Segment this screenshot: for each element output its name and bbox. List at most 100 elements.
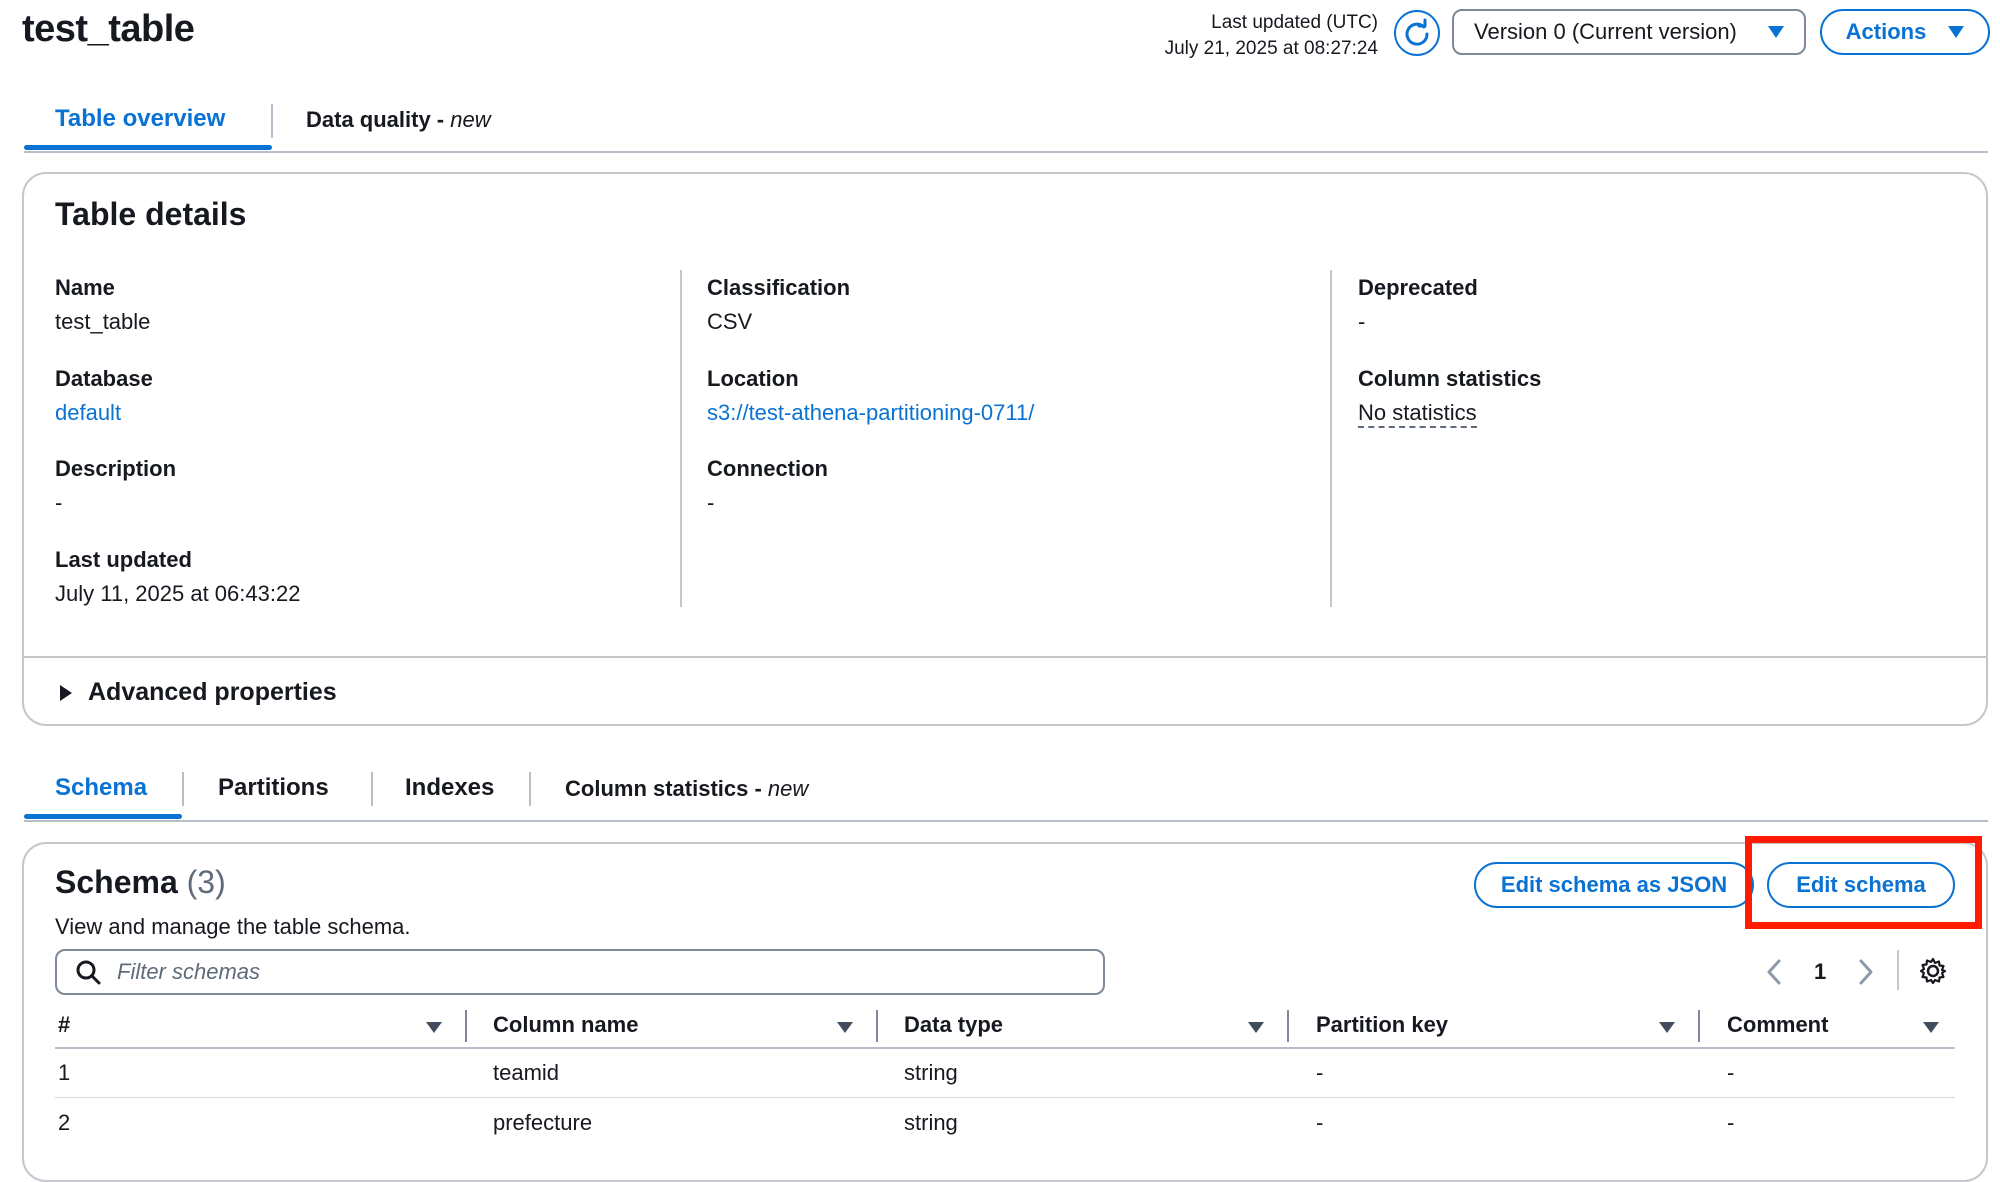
column-resizer[interactable] bbox=[876, 1010, 878, 1042]
schema-count: (3) bbox=[186, 864, 226, 900]
tab-column-statistics[interactable]: Column statistics - new bbox=[565, 776, 808, 802]
active-tab-indicator bbox=[24, 145, 272, 150]
tab-data-quality[interactable]: Data quality - new bbox=[306, 107, 491, 133]
detail-label: Connection bbox=[707, 456, 828, 481]
column-header-column-name[interactable]: Column name bbox=[493, 1012, 638, 1038]
tab-divider bbox=[271, 104, 273, 138]
advanced-properties-toggle[interactable]: Advanced properties bbox=[58, 678, 337, 707]
sort-icon[interactable] bbox=[837, 1022, 853, 1033]
detail-classification: Classification CSV bbox=[707, 275, 850, 335]
schema-title-text: Schema bbox=[55, 864, 178, 900]
version-select[interactable]: Version 0 (Current version) bbox=[1452, 9, 1806, 55]
tab-schema[interactable]: Schema bbox=[55, 774, 147, 802]
detail-label: Name bbox=[55, 275, 115, 300]
cell-partition-key: - bbox=[1316, 1110, 1324, 1135]
column-header-partition-key[interactable]: Partition key bbox=[1316, 1012, 1448, 1038]
detail-database: Database default bbox=[55, 366, 153, 426]
tab-label: Table overview bbox=[55, 105, 226, 132]
refresh-button[interactable] bbox=[1394, 10, 1440, 56]
tab-divider bbox=[371, 772, 373, 806]
column-statistics-popover[interactable]: No statistics bbox=[1358, 400, 1477, 428]
caret-right-icon bbox=[60, 684, 72, 701]
cell-number: 2 bbox=[58, 1110, 71, 1135]
column-resizer[interactable] bbox=[465, 1010, 467, 1042]
version-select-label: Version 0 (Current version) bbox=[1474, 19, 1737, 44]
table-row: 1 teamid string - - bbox=[55, 1060, 1955, 1098]
cell-comment: - bbox=[1727, 1060, 1735, 1085]
schema-title: Schema (3) bbox=[55, 864, 226, 901]
tab-label: Partitions bbox=[218, 774, 329, 801]
active-tab-indicator bbox=[24, 814, 182, 819]
cell-number: 1 bbox=[58, 1060, 71, 1085]
detail-label: Classification bbox=[707, 275, 851, 300]
chevron-right-icon bbox=[1859, 959, 1873, 985]
advanced-properties-label: Advanced properties bbox=[88, 678, 337, 706]
detail-value: test_table bbox=[55, 309, 151, 334]
tab-new-badge: new bbox=[450, 107, 491, 132]
table-header: # Column name Data type Partition key Co… bbox=[55, 1010, 1955, 1050]
chevron-down-icon bbox=[1768, 26, 1784, 38]
column-resizer[interactable] bbox=[1698, 1010, 1700, 1042]
detail-connection: Connection - bbox=[707, 456, 828, 516]
sort-icon[interactable] bbox=[1248, 1022, 1264, 1033]
pagination-divider bbox=[1897, 950, 1899, 990]
cell-column-name: prefecture bbox=[493, 1110, 593, 1135]
chevron-left-icon bbox=[1767, 959, 1781, 985]
detail-name: Name test_table bbox=[55, 275, 150, 335]
settings-button[interactable] bbox=[1918, 956, 1948, 991]
detail-last-updated: Last updated July 11, 2025 at 06:43:22 bbox=[55, 547, 300, 607]
tab-new-badge: new bbox=[767, 776, 809, 801]
search-icon bbox=[76, 960, 101, 985]
detail-value: July 11, 2025 at 06:43:22 bbox=[55, 581, 301, 606]
column-resizer[interactable] bbox=[1287, 1010, 1289, 1042]
database-link[interactable]: default bbox=[55, 400, 153, 426]
filter-field[interactable] bbox=[55, 949, 1105, 995]
last-updated-value: July 21, 2025 at 08:27:24 bbox=[1164, 38, 1378, 59]
chevron-down-icon bbox=[1948, 26, 1965, 38]
sort-icon[interactable] bbox=[426, 1022, 442, 1033]
schema-description: View and manage the table schema. bbox=[55, 914, 411, 939]
prev-page-button[interactable] bbox=[1765, 957, 1783, 992]
cell-partition-key: - bbox=[1316, 1060, 1324, 1085]
table-details-title: Table details bbox=[55, 196, 247, 232]
tabs-divider bbox=[24, 820, 1988, 822]
tab-divider bbox=[529, 772, 531, 806]
detail-description: Description - bbox=[55, 456, 176, 516]
row-divider bbox=[55, 1097, 1955, 1098]
tab-label: Column statistics - bbox=[565, 776, 768, 801]
next-page-button[interactable] bbox=[1857, 957, 1875, 992]
edit-schema-json-button[interactable]: Edit schema as JSON bbox=[1474, 862, 1754, 908]
actions-button[interactable]: Actions bbox=[1820, 9, 1990, 55]
gear-icon bbox=[1919, 957, 1947, 985]
location-link[interactable]: s3://test-athena-partitioning-0711/ bbox=[707, 400, 1034, 426]
table-header-divider bbox=[55, 1047, 1955, 1049]
detail-value: - bbox=[55, 490, 63, 515]
last-updated-block: Last updated (UTC) July 21, 2025 at 08:2… bbox=[1165, 10, 1378, 62]
detail-value: CSV bbox=[707, 309, 753, 334]
column-header-number[interactable]: # bbox=[58, 1012, 70, 1038]
tab-partitions[interactable]: Partitions bbox=[218, 774, 329, 802]
detail-deprecated: Deprecated - bbox=[1358, 275, 1478, 335]
detail-label: Last updated bbox=[55, 547, 192, 572]
detail-value: - bbox=[707, 490, 715, 515]
detail-label: Database bbox=[55, 366, 153, 391]
tab-table-overview[interactable]: Table overview bbox=[55, 105, 225, 133]
actions-button-label: Actions bbox=[1845, 19, 1927, 44]
detail-location: Location s3://test-athena-partitioning-0… bbox=[707, 366, 1034, 426]
detail-label: Deprecated bbox=[1358, 275, 1478, 300]
sort-icon[interactable] bbox=[1923, 1022, 1939, 1033]
tab-indexes[interactable]: Indexes bbox=[405, 774, 494, 802]
table-details-card bbox=[22, 172, 1988, 726]
card-divider bbox=[22, 656, 1988, 658]
detail-label: Description bbox=[55, 456, 177, 481]
refresh-icon bbox=[1405, 18, 1429, 46]
filter-input[interactable] bbox=[115, 958, 1019, 986]
page-title: test_table bbox=[22, 8, 195, 50]
sort-icon[interactable] bbox=[1659, 1022, 1675, 1033]
column-header-data-type[interactable]: Data type bbox=[904, 1012, 1003, 1038]
detail-label: Location bbox=[707, 366, 799, 391]
page-number[interactable]: 1 bbox=[1814, 959, 1826, 985]
cell-column-name: teamid bbox=[493, 1060, 560, 1085]
column-header-comment[interactable]: Comment bbox=[1727, 1012, 1828, 1038]
detail-label: Column statistics bbox=[1358, 366, 1542, 391]
